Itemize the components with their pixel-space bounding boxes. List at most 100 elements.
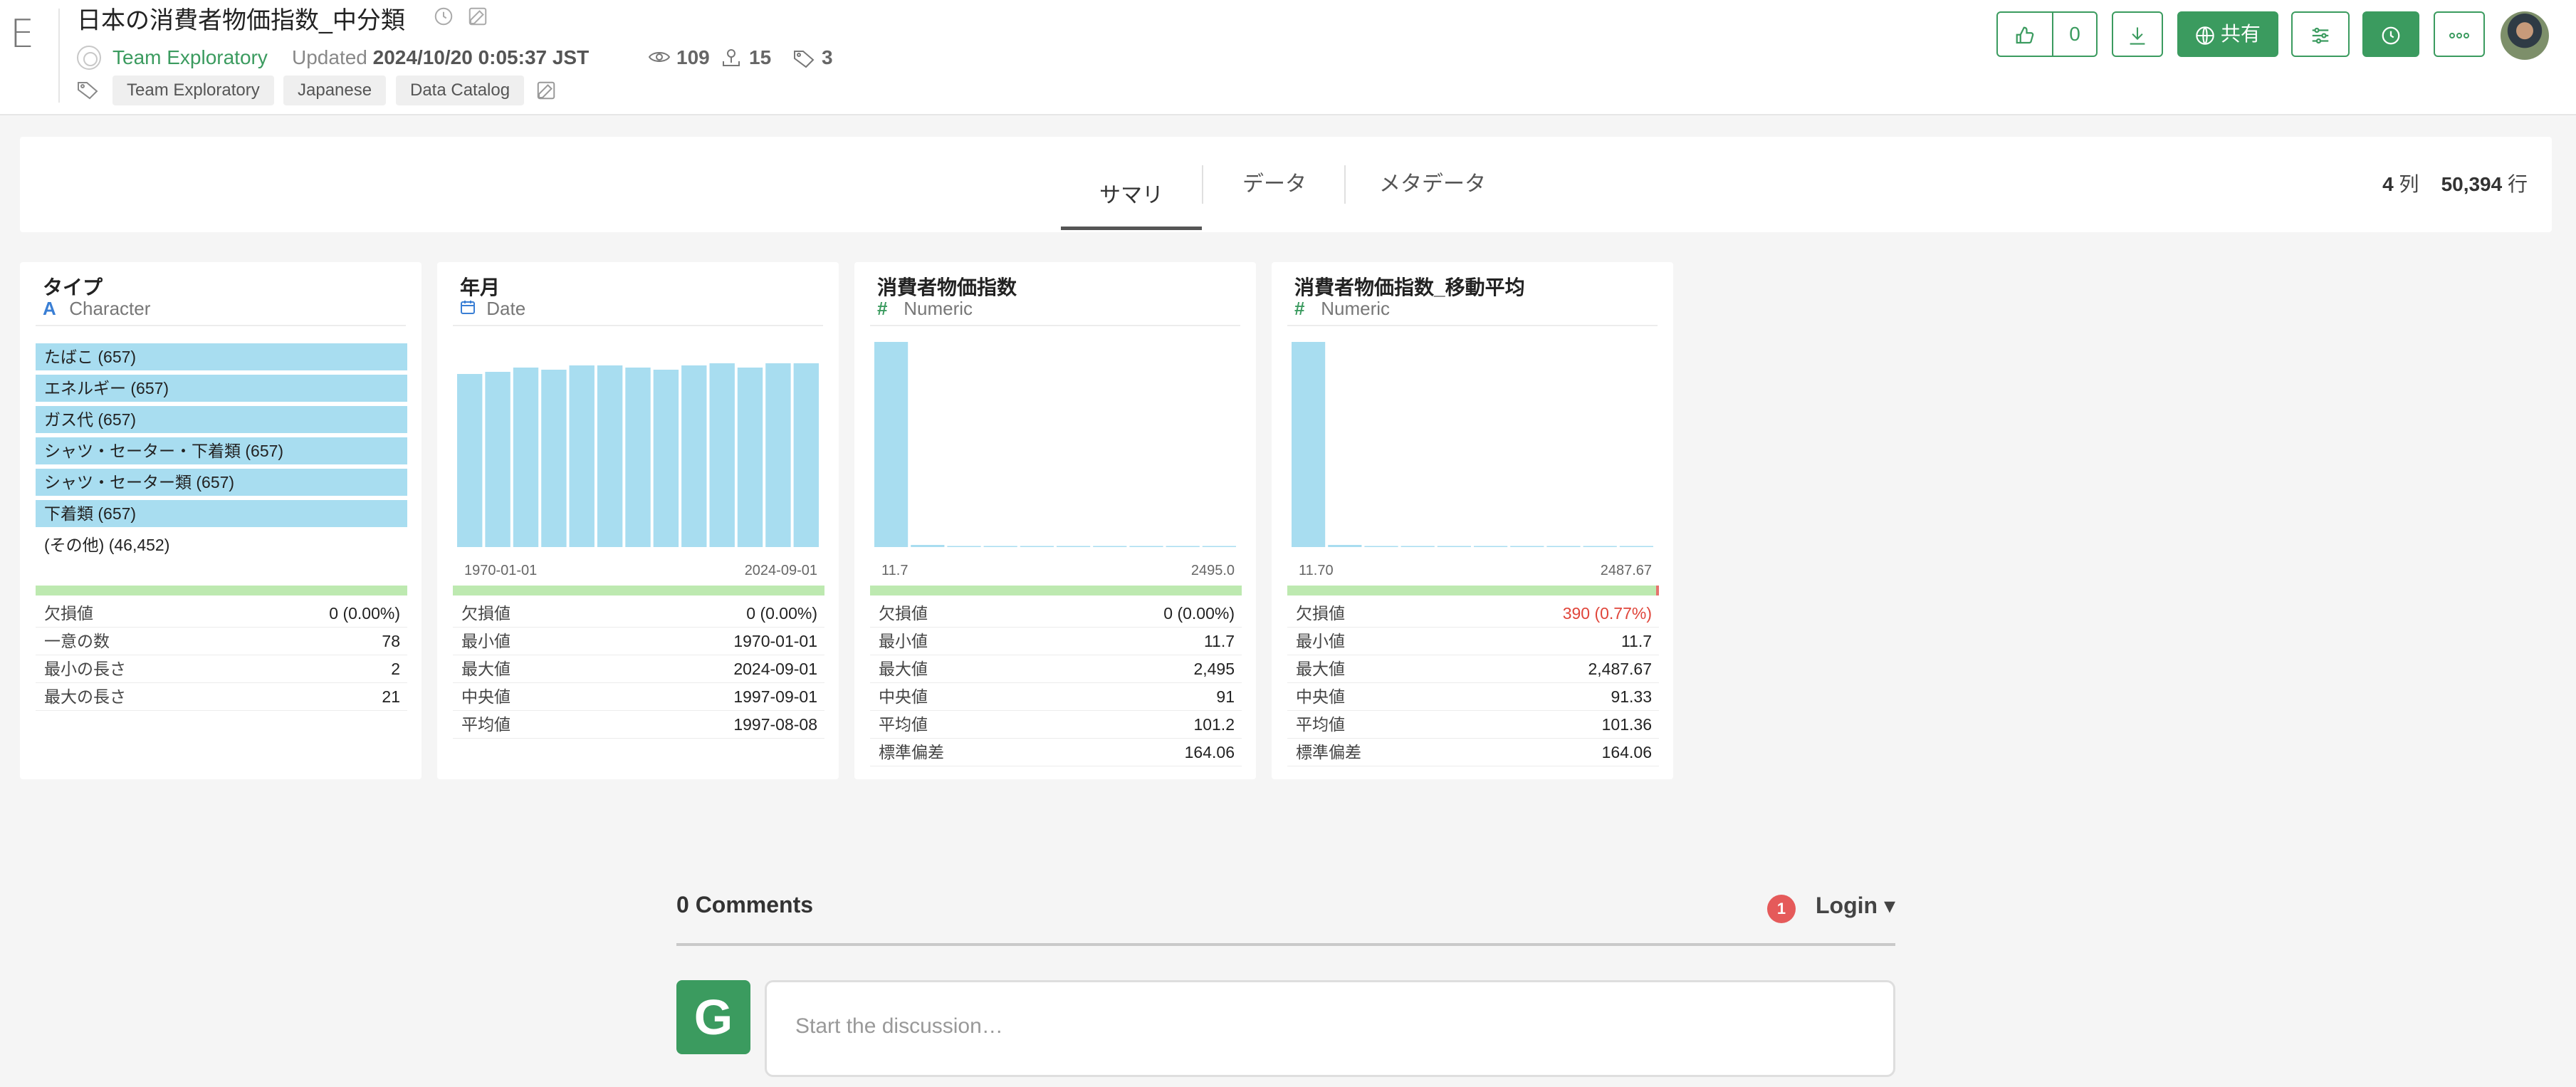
stat-value: 101.2 [1193,715,1235,734]
stat-row: 最大値 2,487.67 [1287,655,1659,683]
histogram-bar[interactable] [911,545,945,547]
history-icon[interactable] [433,6,457,30]
calendar-icon [460,298,481,320]
histogram-bar[interactable] [983,546,1017,548]
stat-row: 最小の長さ 2 [36,655,407,683]
category-bar[interactable]: シャツ・セーター類 (657) [36,469,407,496]
edit-tags-icon[interactable] [535,80,557,101]
stat-value: 1970-01-01 [733,632,817,650]
stat-value: 0 (0.00%) [746,604,817,623]
tag-chip[interactable]: Team Exploratory [112,76,274,105]
stat-value: 0 (0.00%) [329,604,400,623]
stat-row: 最大値 2,495 [870,655,1242,683]
tags-icon [794,51,815,68]
histogram-bar[interactable] [1510,546,1544,548]
column-card-date: 年月 Date 1970-01-01 2024-09-01 欠損値 0 (0.00… [437,262,839,779]
share-button[interactable]: 共有 [2177,11,2278,57]
category-other: (その他) (46,452) [44,536,170,554]
histogram-bar[interactable] [1202,546,1236,548]
exploratory-logo[interactable]: E [10,15,38,53]
histogram-bar[interactable] [709,363,735,547]
histogram-bar[interactable] [485,372,511,547]
stat-label: 最大値 [461,660,511,678]
stat-label: 一意の数 [44,632,110,650]
column-type-label: Character [69,298,151,319]
histogram-bar[interactable] [1328,545,1362,547]
app-header: E 日本の消費者物価指数_中分類 Team Exploratory Update… [0,0,2576,115]
tab-separator [1344,165,1346,204]
category-bar[interactable]: 下着類 (657) [36,500,407,527]
download-button[interactable] [2112,11,2163,57]
comment-input[interactable]: Start the discussion… [765,980,1895,1077]
column-type: # Numeric [1294,298,1390,320]
category-bar[interactable]: ガス代 (657) [36,406,407,433]
numeric-type-icon: # [1294,298,1305,319]
histogram-bar[interactable] [1020,546,1054,548]
tag-chip[interactable]: Data Catalog [396,76,525,105]
histogram-bar[interactable] [1057,546,1091,548]
updated-timestamp: 2024/10/20 0:05:37 JST [372,46,590,68]
tab-metadata[interactable]: メタデータ [1347,137,1518,232]
histogram-min-label: 11.7 [881,563,909,578]
stat-label: 最小値 [461,632,511,650]
column-unit: 列 [2399,173,2419,195]
histogram-min-label: 1970-01-01 [464,563,538,578]
histogram-bar[interactable] [1166,546,1200,548]
histogram-bar[interactable] [874,342,909,547]
tab-summary[interactable]: サマリ [1061,157,1202,230]
category-bar[interactable]: たばこ (657) [36,343,407,370]
login-menu[interactable]: Login ▾ [1816,892,1895,919]
stat-row: 一意の数 78 [36,628,407,655]
histogram-bar[interactable] [793,363,819,547]
histogram-bar[interactable] [1546,546,1581,548]
histogram-bar[interactable] [1437,546,1471,548]
stat-label: 欠損値 [879,604,928,623]
histogram-bar[interactable] [1093,546,1127,548]
histogram-bar[interactable] [681,365,707,547]
histogram-bar[interactable] [653,370,679,547]
histogram-bar[interactable] [513,368,539,547]
validity-bar [453,586,824,595]
histogram-bar[interactable] [1474,546,1508,548]
like-button[interactable] [1996,11,2053,57]
column-count: 4 [2382,173,2394,195]
cpi-histogram[interactable] [870,342,1240,547]
histogram-bar[interactable] [541,370,567,547]
schedule-button[interactable] [2362,11,2419,57]
team-link[interactable]: Team Exploratory [112,43,268,73]
page-title: 日本の消費者物価指数_中分類 [77,7,405,34]
stat-value: 11.7 [1621,632,1652,650]
histogram-bar[interactable] [457,374,483,547]
category-bar[interactable]: シャツ・セーター・下着類 (657) [36,437,407,464]
tab-data[interactable]: データ [1205,137,1344,232]
stat-value: 2,495 [1193,660,1235,678]
histogram-bar[interactable] [625,368,651,547]
stat-row: 欠損値 0 (0.00%) [870,600,1242,628]
category-bar[interactable]: エネルギー (657) [36,375,407,402]
missing-segment [1655,586,1659,595]
tag-chip[interactable]: Japanese [283,76,387,105]
more-button[interactable] [2434,11,2485,57]
notification-badge[interactable]: 1 [1767,895,1796,923]
edit-title-icon[interactable] [467,6,491,30]
histogram-bar[interactable] [1619,546,1653,548]
stat-label: 最小の長さ [44,660,126,678]
histogram-bar[interactable] [765,363,791,547]
histogram-bar[interactable] [1129,546,1163,548]
histogram-bar[interactable] [569,365,595,547]
histogram-bar[interactable] [1292,342,1326,547]
histogram-bar[interactable] [1400,546,1435,548]
cpi-ma-histogram[interactable] [1287,342,1658,547]
histogram-bar[interactable] [597,365,623,547]
histogram-bar[interactable] [1583,546,1617,548]
date-histogram[interactable] [453,342,823,547]
stat-value: 164.06 [1184,743,1235,761]
histogram-bar[interactable] [1364,546,1398,548]
stat-row: 最大の長さ 21 [36,683,407,711]
histogram-bar[interactable] [947,546,981,548]
stat-label: 最大値 [879,660,928,678]
stat-value: 11.7 [1203,632,1235,650]
settings-button[interactable] [2291,11,2350,57]
user-avatar[interactable] [2501,11,2549,60]
histogram-bar[interactable] [737,368,763,547]
